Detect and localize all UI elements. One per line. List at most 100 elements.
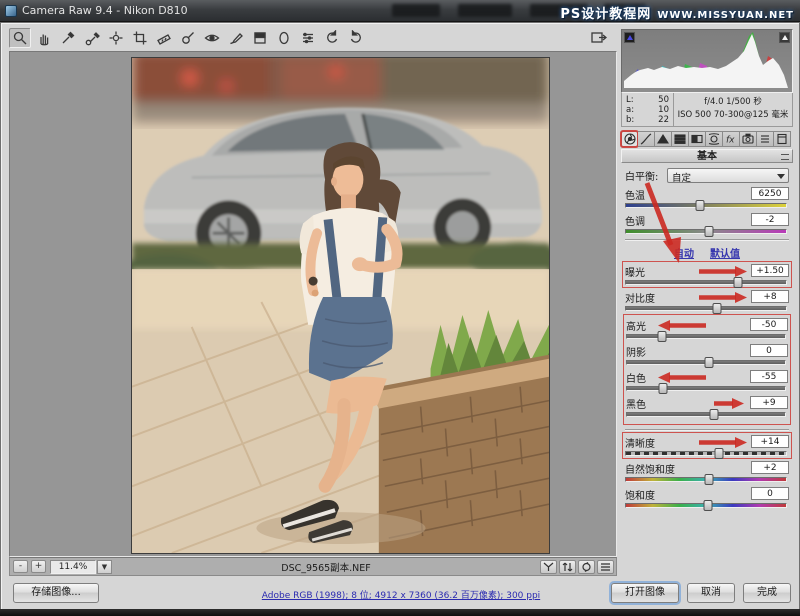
fullscreen-toggle-icon[interactable] — [589, 29, 609, 46]
filename-label: DSC_9565副本.NEF — [281, 562, 371, 574]
slider-value-box[interactable]: -2 — [751, 213, 789, 226]
rotate-left-tool[interactable] — [321, 28, 343, 48]
tab-snapshots[interactable] — [774, 131, 791, 147]
watermark: PS设计教程网 WWW.MISSYUAN.NET — [560, 3, 794, 22]
slider-track[interactable] — [625, 500, 787, 511]
slider-track[interactable] — [625, 448, 787, 459]
slider-handle[interactable] — [733, 277, 743, 288]
slider-handle[interactable] — [657, 331, 667, 342]
slider-handle[interactable] — [704, 357, 714, 368]
basic-panel-title: 基本 — [697, 151, 717, 162]
zoom-tool[interactable] — [9, 28, 31, 48]
zoom-out-button[interactable]: - — [13, 560, 28, 573]
slider-row: 阴影 0 — [626, 344, 788, 368]
slider-handle[interactable] — [714, 448, 724, 459]
tab-hsl[interactable] — [672, 131, 689, 147]
preferences-tool[interactable] — [297, 28, 319, 48]
tab-camera-calibration[interactable] — [740, 131, 757, 147]
slider-track[interactable] — [626, 383, 786, 394]
slider-handle[interactable] — [658, 383, 668, 394]
tab-lens-corrections[interactable] — [706, 131, 723, 147]
slider-value-box[interactable]: +14 — [751, 435, 789, 448]
graduated-filter-tool[interactable] — [249, 28, 271, 48]
done-button[interactable]: 完成 — [743, 583, 791, 603]
annotation-arrow-left — [658, 320, 706, 331]
tab-tone-curve[interactable] — [638, 131, 655, 147]
workflow-options-link[interactable]: Adobe RGB (1998); 8 位; 4912 x 7360 (36.2… — [171, 588, 631, 601]
white-balance-select[interactable]: 自定 — [667, 168, 789, 184]
slider-handle[interactable] — [704, 474, 714, 485]
save-image-button[interactable]: 存储图像... — [13, 583, 99, 603]
slider-handle[interactable] — [704, 226, 714, 237]
zoom-level-field[interactable]: 11.4% — [50, 559, 96, 574]
exif-readout: L: 50 a: 10 b: 22 f/4.0 1/500 秒 ISO 500 70-… — [621, 93, 793, 127]
slider-value-box[interactable]: +8 — [751, 290, 789, 303]
straighten-tool[interactable] — [153, 28, 175, 48]
slider-value-box[interactable]: 6250 — [751, 187, 789, 200]
shadow-clipping-icon[interactable] — [624, 32, 635, 43]
slider-track[interactable] — [626, 331, 786, 342]
slider-track[interactable] — [625, 277, 787, 288]
targeted-adjustment-tool[interactable] — [105, 28, 127, 48]
tab-split-toning[interactable] — [689, 131, 706, 147]
copy-settings-button[interactable] — [578, 559, 595, 574]
white-balance-tool[interactable] — [57, 28, 79, 48]
slider-track[interactable] — [626, 409, 786, 420]
crop-tool[interactable] — [129, 28, 151, 48]
cancel-button[interactable]: 取消 — [687, 583, 735, 603]
swap-before-after-button[interactable] — [559, 559, 576, 574]
slider-value-box[interactable]: 0 — [751, 487, 789, 500]
slider-track[interactable] — [626, 357, 786, 368]
window-title: Camera Raw 9.4 - Nikon D810 — [22, 4, 188, 17]
histogram-plot — [624, 32, 788, 88]
photo-preview[interactable] — [131, 57, 550, 554]
histogram[interactable] — [621, 29, 793, 93]
slider-label: 对比度 — [625, 294, 655, 305]
zoom-level-dropdown[interactable]: ▼ — [97, 559, 112, 574]
default-link[interactable]: 默认值 — [710, 249, 740, 260]
hand-tool[interactable] — [33, 28, 55, 48]
slider-value-box[interactable]: +2 — [751, 461, 789, 474]
slider-track[interactable] — [625, 303, 787, 314]
auto-link[interactable]: 自动 — [674, 249, 694, 260]
slider-label: 高光 — [626, 322, 646, 333]
slider-track[interactable] — [625, 200, 787, 211]
preview-options-button[interactable] — [597, 559, 614, 574]
slider-handle[interactable] — [695, 200, 705, 211]
red-eye-tool[interactable] — [201, 28, 223, 48]
slider-value-box[interactable]: -55 — [750, 370, 788, 383]
radial-filter-tool[interactable] — [273, 28, 295, 48]
zoom-in-button[interactable]: + — [31, 560, 46, 573]
lab-b-value: 22 — [658, 115, 669, 125]
spot-removal-tool[interactable] — [177, 28, 199, 48]
annotation-arrow-left — [658, 372, 706, 383]
watermark-site-url: WWW.MISSYUAN.NET — [657, 10, 794, 21]
tab-basic[interactable] — [620, 130, 639, 148]
slider-row: 饱和度 0 — [625, 487, 789, 511]
tab-detail[interactable] — [655, 131, 672, 147]
auto-default-links: 自动 默认值 — [625, 245, 789, 260]
background-window-blob — [458, 4, 512, 17]
slider-handle[interactable] — [703, 500, 713, 511]
slider-track[interactable] — [625, 226, 787, 237]
image-preview-area[interactable] — [9, 51, 617, 557]
slider-value-box[interactable]: -50 — [750, 318, 788, 331]
open-image-button[interactable]: 打开图像 — [611, 583, 679, 603]
slider-handle[interactable] — [709, 409, 719, 420]
preview-mode-button[interactable] — [540, 559, 557, 574]
tab-effects[interactable]: fx — [723, 131, 740, 147]
slider-value-box[interactable]: +1.50 — [751, 264, 789, 277]
color-sampler-tool[interactable] — [81, 28, 103, 48]
slider-value-box[interactable]: +9 — [750, 396, 788, 409]
adjustment-brush-tool[interactable] — [225, 28, 247, 48]
panel-menu-icon[interactable] — [781, 154, 789, 160]
rotate-right-tool[interactable] — [345, 28, 367, 48]
highlight-clipping-icon[interactable] — [779, 32, 790, 43]
lab-l-value: 50 — [658, 95, 669, 105]
slider-track[interactable] — [625, 474, 787, 485]
annotation-arrow-right — [699, 437, 747, 448]
slider-handle[interactable] — [712, 303, 722, 314]
tab-presets[interactable] — [757, 131, 774, 147]
white-balance-value: 自定 — [672, 173, 692, 184]
slider-value-box[interactable]: 0 — [750, 344, 788, 357]
